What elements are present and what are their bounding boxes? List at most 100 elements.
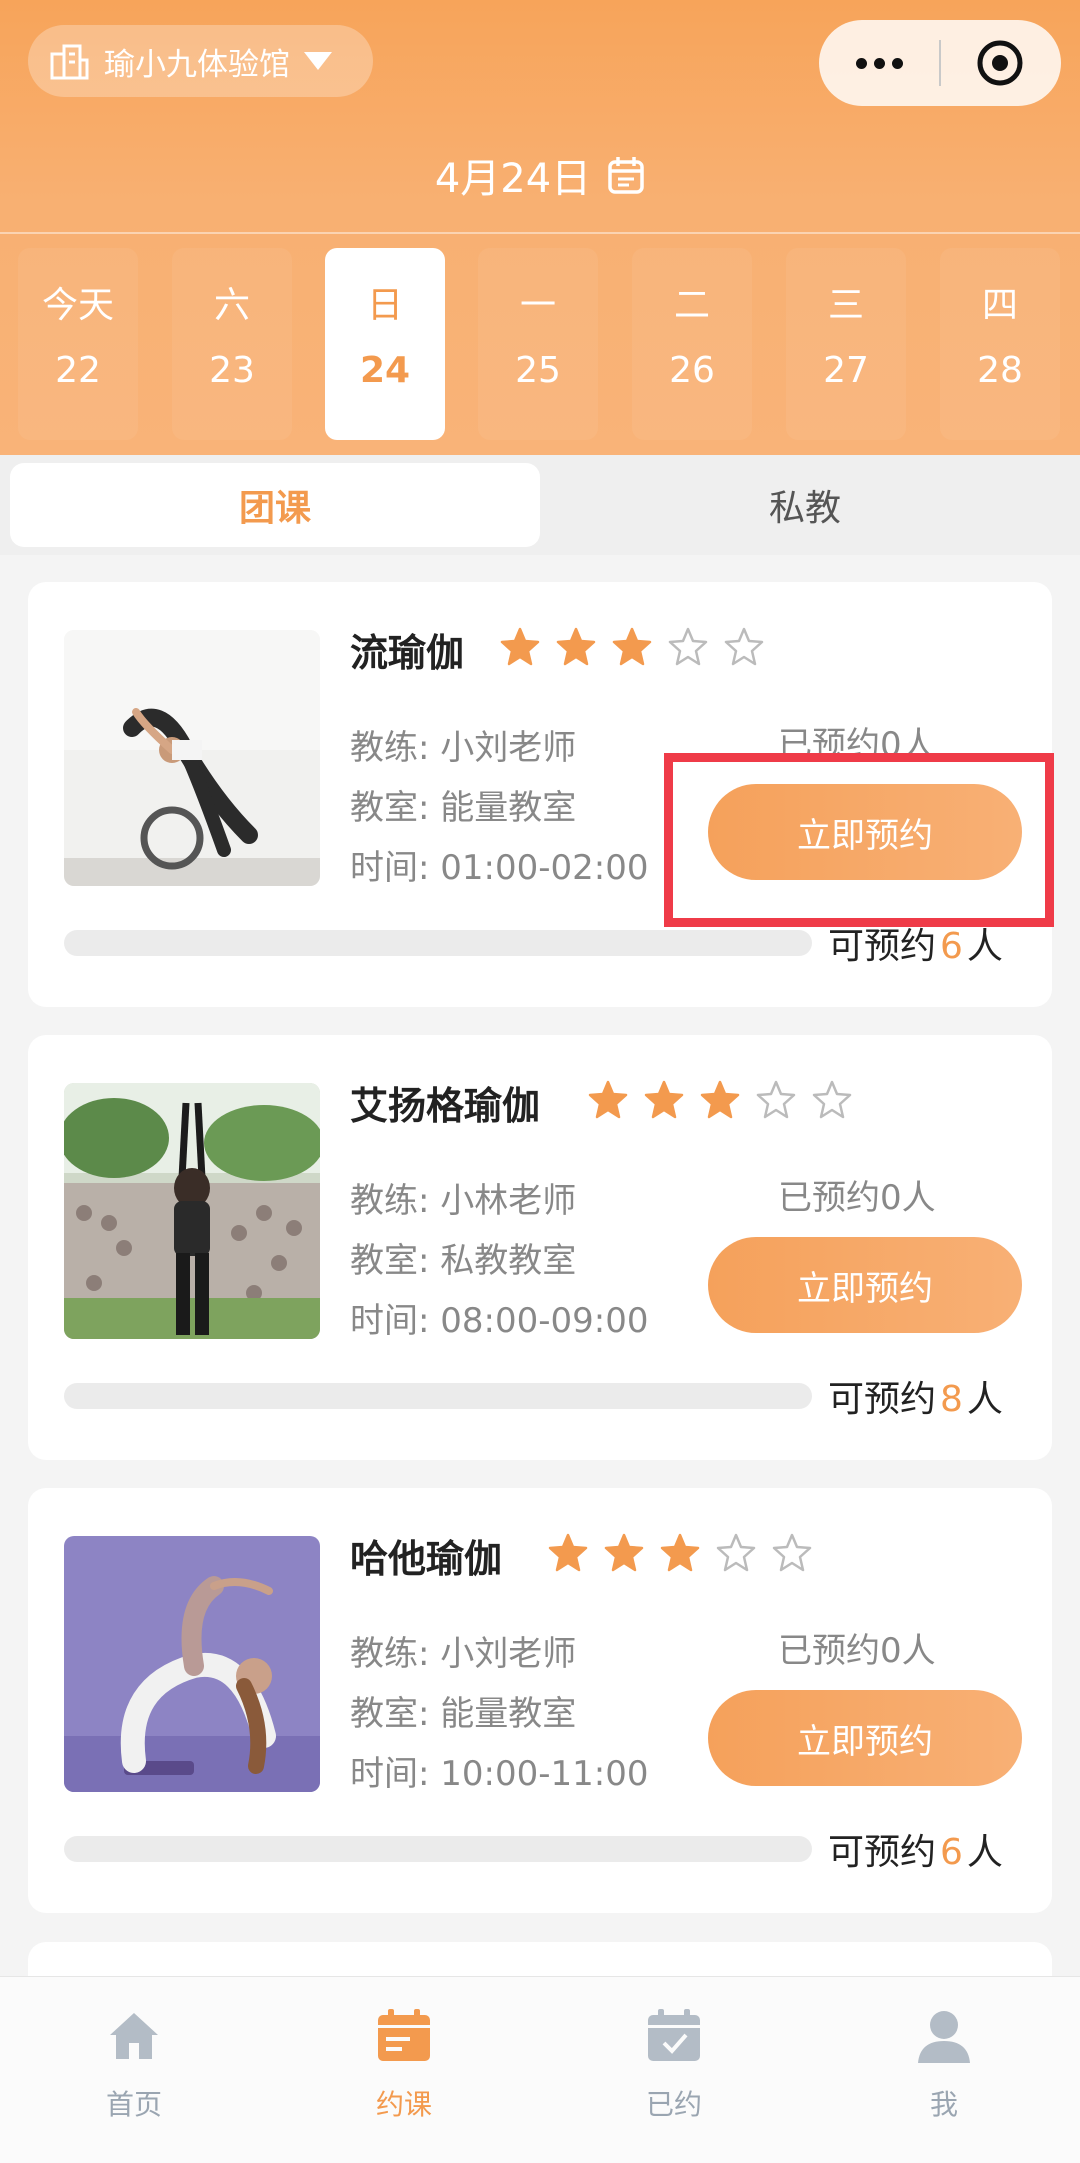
room-row: 教室: 能量教室 — [350, 780, 576, 829]
day-weekday: 四 — [981, 285, 1018, 326]
available-prefix: 可预约 — [828, 1832, 937, 1873]
star-empty-icon — [812, 1080, 852, 1119]
venue-selector[interactable]: 瑜小九体验馆 — [28, 25, 373, 97]
book-now-button[interactable]: 立即预约 — [708, 784, 1022, 880]
home-icon — [110, 2013, 158, 2059]
day-item[interactable]: 今天 22 — [18, 248, 138, 440]
room-label: 教室: — [350, 788, 430, 828]
available-count: 可预约 6 人 — [828, 1823, 1003, 1875]
tab-group-class[interactable]: 团课 — [10, 463, 540, 547]
coach-label: 教练: — [350, 1181, 430, 1221]
star-empty-icon — [724, 627, 764, 666]
available-count: 可预约 8 人 — [828, 1370, 1003, 1422]
nav-me[interactable]: 我 — [844, 1995, 1044, 2145]
star-empty-icon — [668, 627, 708, 666]
calendar-icon[interactable] — [607, 155, 645, 195]
coach-label: 教练: — [350, 1634, 430, 1674]
book-now-button[interactable]: 立即预约 — [708, 1237, 1022, 1333]
more-dots-icon[interactable] — [819, 57, 939, 69]
day-item[interactable]: 六 23 — [172, 248, 292, 440]
coach-name: 小刘老师 — [440, 728, 577, 768]
star-filled-icon — [556, 627, 596, 666]
booked-count: 已预约0人 — [778, 725, 936, 765]
header-divider — [0, 232, 1080, 234]
star-empty-icon — [756, 1080, 796, 1119]
day-date: 22 — [55, 350, 101, 391]
rating-stars — [548, 1532, 812, 1572]
bottom-tab-bar: 首页 约课 已约 我 — [0, 1976, 1080, 2163]
available-suffix: 人 — [966, 1379, 1003, 1420]
day-date: 26 — [669, 350, 715, 391]
room-name: 能量教室 — [440, 1694, 577, 1734]
time-row: 时间: 10:00-11:00 — [350, 1746, 649, 1795]
course-image — [64, 1536, 320, 1792]
header: 瑜小九体验馆 4月24日 今天 22 六 23 日 24 一 25 二 26 三… — [0, 0, 1080, 455]
rating-stars — [588, 1079, 852, 1119]
room-label: 教室: — [350, 1694, 430, 1734]
star-filled-icon — [548, 1533, 588, 1572]
miniprogram-capsule — [819, 20, 1061, 106]
available-count: 可预约 6 人 — [828, 917, 1003, 969]
star-filled-icon — [644, 1080, 684, 1119]
course-image — [64, 630, 320, 886]
day-weekday: 三 — [827, 285, 864, 326]
booked-count: 已预约0人 — [778, 1631, 936, 1671]
date-header: 4月24日 — [0, 145, 1080, 205]
course-card[interactable]: 艾扬格瑜伽 教练: 小林老师 教室: 私教教室 时间: 08:00-09:00 … — [28, 1035, 1052, 1460]
nav-label: 首页 — [105, 2088, 162, 2121]
building-icon — [50, 44, 89, 80]
coach-name: 小林老师 — [440, 1181, 577, 1221]
day-date: 28 — [977, 350, 1023, 391]
star-filled-icon — [700, 1080, 740, 1119]
day-weekday: 六 — [213, 285, 250, 326]
booked-count: 已预约0人 — [778, 1178, 936, 1218]
day-weekday: 二 — [673, 285, 710, 326]
coach-label: 教练: — [350, 728, 430, 768]
day-date: 27 — [823, 350, 869, 391]
room-name: 能量教室 — [440, 788, 577, 828]
book-now-button[interactable]: 立即预约 — [708, 1690, 1022, 1786]
day-weekday: 今天 — [41, 285, 114, 326]
target-circle-icon[interactable] — [941, 38, 1059, 88]
nav-home[interactable]: 首页 — [34, 1995, 234, 2145]
star-filled-icon — [660, 1533, 700, 1572]
course-card[interactable]: 流瑜伽 教练: 小刘老师 教室: 能量教室 时间: 01:00-02:00 已预… — [28, 582, 1052, 1007]
available-prefix: 可预约 — [828, 1379, 937, 1420]
available-number: 6 — [940, 926, 963, 967]
time-row: 时间: 08:00-09:00 — [350, 1293, 649, 1342]
current-date: 4月24日 — [434, 156, 592, 202]
course-card[interactable]: 哈他瑜伽 教练: 小刘老师 教室: 能量教室 时间: 10:00-11:00 已… — [28, 1488, 1052, 1913]
course-type-tabs: 团课 私教 — [0, 455, 1080, 555]
star-filled-icon — [500, 627, 540, 666]
coach-row: 教练: 小刘老师 — [350, 1626, 576, 1675]
capacity-progress-bar — [64, 1836, 812, 1862]
day-item[interactable]: 三 27 — [786, 248, 906, 440]
nav-label: 已约 — [645, 2088, 702, 2121]
time-label: 时间: — [350, 1301, 430, 1341]
room-label: 教室: — [350, 1241, 430, 1281]
coach-row: 教练: 小刘老师 — [350, 720, 576, 769]
user-icon — [918, 2011, 970, 2063]
day-item[interactable]: 四 28 — [940, 248, 1060, 440]
star-empty-icon — [772, 1533, 812, 1572]
day-weekday: 一 — [519, 285, 556, 326]
time-label: 时间: — [350, 1754, 430, 1794]
nav-book-class[interactable]: 约课 — [304, 1995, 504, 2145]
day-weekday: 日 — [366, 285, 403, 326]
star-empty-icon — [716, 1533, 756, 1572]
day-item-selected[interactable]: 日 24 — [325, 248, 445, 440]
week-selector: 今天 22 六 23 日 24 一 25 二 26 三 27 四 28 — [0, 248, 1080, 440]
room-row: 教室: 私教教室 — [350, 1233, 576, 1282]
rating-stars — [500, 626, 764, 666]
nav-booked[interactable]: 已约 — [574, 1995, 774, 2145]
room-row: 教室: 能量教室 — [350, 1686, 576, 1735]
time-value: 10:00-11:00 — [440, 1754, 649, 1794]
day-item[interactable]: 二 26 — [632, 248, 752, 440]
time-label: 时间: — [350, 848, 430, 888]
time-value: 01:00-02:00 — [440, 848, 649, 888]
available-number: 6 — [940, 1832, 963, 1873]
star-filled-icon — [588, 1080, 628, 1119]
venue-name: 瑜小九体验馆 — [104, 46, 290, 83]
day-item[interactable]: 一 25 — [478, 248, 598, 440]
tab-private-class[interactable]: 私教 — [540, 463, 1070, 547]
